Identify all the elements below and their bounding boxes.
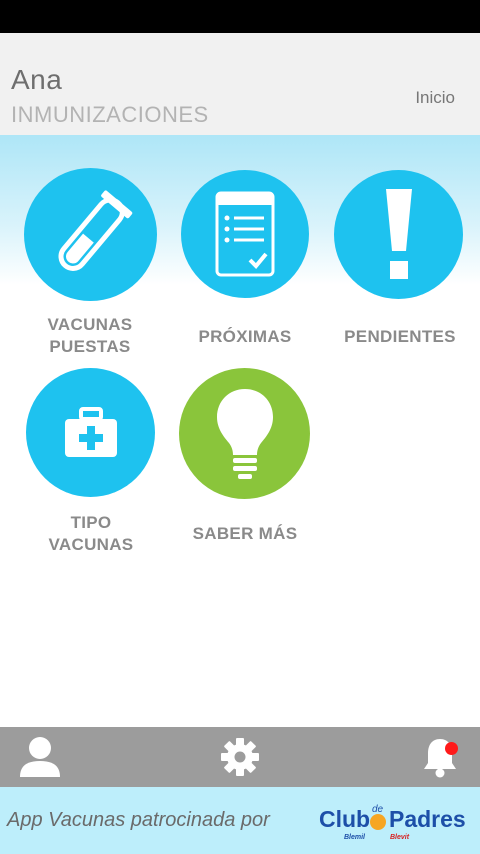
lightbulb-icon [216,388,273,479]
tile-label-line1: PRÓXIMAS [198,327,292,346]
tile-label: PENDIENTES [320,326,480,348]
tile-label-line1: TIPO [70,513,112,532]
logo-club: Club [319,806,370,832]
user-name: Ana [11,64,63,95]
tile-circle[interactable] [181,170,309,298]
tile-label: PRÓXIMAS [166,326,324,348]
tile-tipo-vacunas[interactable]: TIPO VACUNAS [11,366,171,566]
sponsor-text: App Vacunas patrocinada por [7,809,270,831]
logo-padres: Padres [389,806,466,832]
page-title: INMUNIZACIONES [11,102,209,127]
tile-label-line1: PENDIENTES [344,327,456,346]
tile-vacunas-puestas[interactable]: VACUNAS PUESTAS [10,168,170,368]
bottom-nav [0,727,480,787]
tile-pendientes[interactable]: PENDIENTES [320,168,480,368]
tile-circle[interactable] [26,368,155,497]
tile-label-line2: PUESTAS [49,337,131,356]
club-de-padres-logo: Club de Padres Blemil Blevit [319,804,466,841]
settings-button[interactable] [200,727,280,787]
logo-sub-right: Blevit [390,834,410,841]
notification-badge [445,742,458,755]
logo-sub-left: Blemil [344,834,366,841]
profile-button[interactable] [0,727,80,787]
notifications-button[interactable] [400,727,480,787]
tile-proximas[interactable]: PRÓXIMAS [166,168,324,368]
tile-saber-mas[interactable]: SABER MÁS [166,366,324,566]
first-aid-kit-icon [64,406,117,457]
tile-label: TIPO VACUNAS [11,512,171,556]
home-link[interactable]: Inicio [415,88,455,108]
tile-circle[interactable] [179,368,310,499]
user-icon [20,737,60,777]
checklist-icon [215,191,275,277]
header: Ana INMUNIZACIONES Inicio [0,33,480,135]
tile-label: VACUNAS PUESTAS [10,314,170,358]
tile-label-line1: SABER MÁS [192,524,298,543]
tile-circle[interactable] [334,170,463,299]
sponsor-banner: App Vacunas patrocinada por Club de Padr… [0,787,480,854]
tile-label-line1: VACUNAS [47,315,133,334]
test-tube-icon [58,190,132,271]
tile-circle[interactable] [24,168,157,301]
tile-label: SABER MÁS [166,523,324,545]
gear-icon [221,738,259,776]
tile-label-line2: VACUNAS [48,535,134,554]
exclamation-icon [385,188,412,279]
status-bar [0,0,480,33]
logo-de: de [372,804,384,815]
